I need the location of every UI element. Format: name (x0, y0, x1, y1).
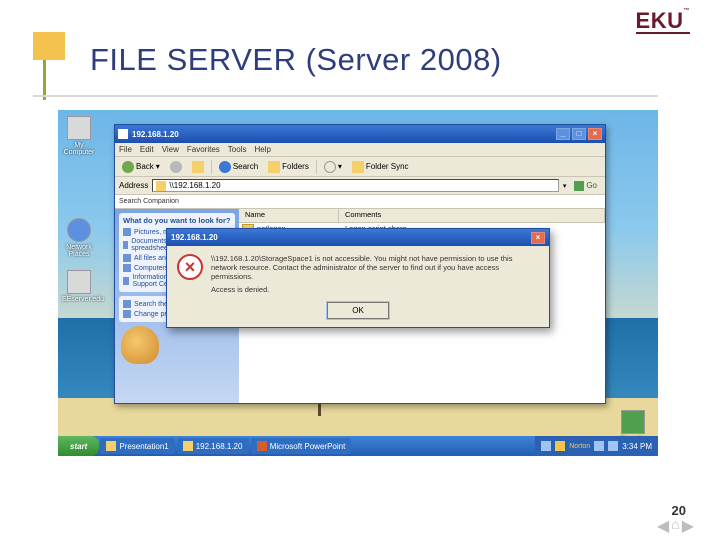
tab-strip: Search Companion (115, 195, 605, 209)
error-dialog: 192.168.1.20 × × \\192.168.1.20\StorageS… (166, 228, 550, 328)
recycle-icon (621, 410, 645, 434)
address-dropdown-icon[interactable]: ▾ (563, 182, 567, 190)
back-icon (122, 161, 134, 173)
task-header: What do you want to look for? (123, 216, 231, 225)
folder-icon (118, 129, 128, 139)
explorer-titlebar[interactable]: 192.168.1.20 _ □ × (115, 125, 605, 143)
up-icon (192, 161, 204, 173)
pictures-icon (123, 228, 131, 236)
back-button[interactable]: Back ▾ (119, 160, 163, 174)
prefs-icon (123, 310, 131, 318)
views-icon (324, 161, 336, 173)
menu-tools[interactable]: Tools (228, 145, 247, 154)
col-comments[interactable]: Comments (339, 209, 605, 222)
address-label: Address (119, 181, 148, 190)
column-headers: Name Comments (239, 209, 605, 223)
taskbar: start Presentation1 192.168.1.20 Microso… (58, 436, 658, 456)
desktop-icon-eeserver[interactable]: EEserver.edu (62, 270, 96, 303)
tray-norton-label[interactable]: Norton (569, 443, 590, 450)
forward-button[interactable] (167, 160, 185, 174)
menu-edit[interactable]: Edit (140, 145, 154, 154)
internet-icon (123, 300, 131, 308)
files-icon (123, 254, 131, 262)
window-title: 192.168.1.20 (132, 130, 179, 139)
col-name[interactable]: Name (239, 209, 339, 222)
go-button[interactable]: Go (570, 181, 601, 191)
slide-title: FILE SERVER (Server 2008) (90, 42, 676, 78)
desktop-icon-mycomputer[interactable]: My Computer (62, 116, 96, 156)
search-icon (219, 161, 231, 173)
menu-view[interactable]: View (162, 145, 179, 154)
title-accent-rule-h (33, 95, 658, 97)
app-icon (257, 441, 267, 451)
sync-button[interactable]: Folder Sync (349, 160, 412, 174)
home-icon[interactable]: ⌂ (671, 516, 679, 536)
dialog-titlebar[interactable]: 192.168.1.20 × (167, 229, 549, 246)
taskbar-item[interactable]: 192.168.1.20 (177, 438, 249, 454)
close-button[interactable]: × (588, 128, 602, 140)
computers-icon (123, 264, 131, 272)
address-bar: Address \\192.168.1.20 ▾ Go (115, 177, 605, 195)
menu-file[interactable]: File (119, 145, 132, 154)
folders-button[interactable]: Folders (265, 160, 312, 174)
menu-help[interactable]: Help (254, 145, 270, 154)
network-icon[interactable] (594, 441, 604, 451)
app-icon (106, 441, 116, 451)
clock[interactable]: 3:34 PM (622, 442, 652, 451)
slide-nav: ◀ ⌂ ▶ (657, 516, 694, 536)
tray-icon[interactable] (541, 441, 551, 451)
dialog-title: 192.168.1.20 (171, 233, 218, 242)
document-icon (123, 241, 128, 249)
address-input[interactable]: \\192.168.1.20 (152, 179, 558, 192)
eku-logo: EKU™ (636, 8, 690, 34)
sync-icon (352, 161, 364, 173)
server-icon (67, 270, 91, 294)
desktop-icon-network[interactable]: Network Places (62, 218, 96, 258)
go-icon (574, 181, 584, 191)
help-icon (123, 277, 129, 285)
volume-icon[interactable] (608, 441, 618, 451)
prev-slide-icon[interactable]: ◀ (657, 516, 669, 536)
error-icon: × (177, 254, 203, 280)
dialog-message: \\192.168.1.20\StorageSpace1 is not acce… (211, 254, 539, 294)
system-tray: Norton 3:34 PM (535, 436, 658, 456)
search-button[interactable]: Search (216, 160, 261, 174)
folders-icon (268, 161, 280, 173)
start-button[interactable]: start (58, 436, 99, 456)
minimize-button[interactable]: _ (556, 128, 570, 140)
wallpaper-sand (58, 398, 658, 438)
menubar: File Edit View Favorites Tools Help (115, 143, 605, 157)
tab-search-companion[interactable]: Search Companion (119, 198, 179, 205)
toolbar: Back ▾ Search Folders ▾ Folder Sync (115, 157, 605, 177)
next-slide-icon[interactable]: ▶ (682, 516, 694, 536)
screenshot-desktop: My Computer Recycle Bin Network Places E… (58, 110, 658, 456)
norton-icon[interactable] (555, 441, 565, 451)
ok-button[interactable]: OK (327, 302, 389, 319)
menu-favorites[interactable]: Favorites (187, 145, 220, 154)
taskbar-item[interactable]: Microsoft PowerPoint (251, 438, 352, 454)
slide-header: FILE SERVER (Server 2008) (44, 42, 676, 78)
views-dropdown[interactable]: ▾ (321, 160, 345, 174)
forward-icon (170, 161, 182, 173)
up-button[interactable] (189, 160, 207, 174)
dialog-close-button[interactable]: × (531, 232, 545, 244)
computer-icon (67, 116, 91, 140)
maximize-button[interactable]: □ (572, 128, 586, 140)
globe-icon (67, 218, 91, 242)
folder-icon (156, 181, 166, 191)
folder-icon (183, 441, 193, 451)
search-dog-icon[interactable] (121, 326, 159, 364)
taskbar-item[interactable]: Presentation1 (100, 438, 174, 454)
